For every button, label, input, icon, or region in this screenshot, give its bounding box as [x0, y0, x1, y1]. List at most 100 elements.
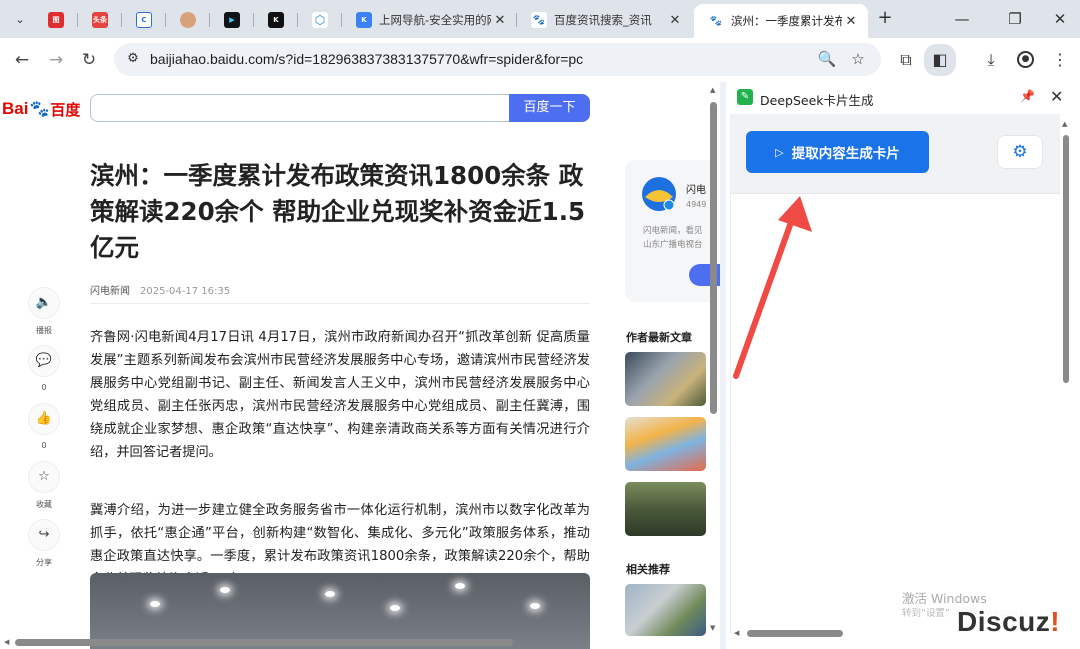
scroll-up-icon[interactable]: ▲: [710, 86, 715, 94]
action-label: 收藏: [36, 500, 52, 509]
site-info-icon[interactable]: ⚙: [124, 51, 142, 69]
tab-navigation[interactable]: K 上网导航-安全实用的网 ✕: [342, 6, 517, 34]
extensions-puzzle-icon[interactable]: ⧉: [894, 48, 918, 72]
bookmark-star-icon[interactable]: ☆: [848, 50, 868, 70]
address-url[interactable]: baijiahao.baidu.com/s?id=182963837383137…: [150, 51, 583, 67]
author-fans: 4949: [686, 200, 707, 209]
action-label: 0: [41, 383, 47, 392]
window-close-icon[interactable]: ✕: [1050, 9, 1070, 29]
maximize-icon[interactable]: ❐: [1005, 9, 1025, 29]
new-tab-plus-icon[interactable]: +: [875, 9, 895, 29]
tab-favicon-icon: 图: [48, 12, 64, 28]
baidu-paw-icon: 🐾: [29, 101, 50, 118]
article-page: Bai 🐾 百度 百度一下 滨州：一季度累计发布政策资讯1800余条 政策解读2…: [0, 82, 720, 649]
tab-2[interactable]: 头条: [78, 6, 122, 34]
tab-favicon-icon: [180, 12, 196, 28]
favorite-button[interactable]: ☆ 收藏: [28, 461, 60, 510]
tab-favicon-icon: 头条: [92, 12, 108, 28]
panel-scroll-up-icon[interactable]: ▲: [1062, 120, 1067, 128]
scroll-left-icon[interactable]: ◀: [4, 638, 9, 646]
article-byline: 闪电新闻 2025-04-17 16:35: [90, 282, 230, 297]
author-avatar[interactable]: [642, 177, 676, 211]
baidu-logo[interactable]: Bai 🐾 百度: [2, 96, 80, 122]
logo-du: 百度: [50, 101, 81, 119]
settings-gear-icon[interactable]: ⚙: [997, 135, 1043, 169]
forward-arrow-icon[interactable]: →: [44, 48, 68, 72]
baidu-paw-icon: 🐾: [531, 12, 547, 28]
share-button[interactable]: ↪ 分享: [28, 519, 60, 568]
latest-article-thumb[interactable]: [625, 417, 706, 471]
play-icon: ▷: [775, 145, 784, 159]
author-name[interactable]: 闪电: [686, 181, 706, 196]
latest-articles-title: 作者最新文章: [626, 331, 692, 344]
tab-3[interactable]: C: [122, 6, 166, 34]
discuz-watermark-logo: Discuz!: [951, 604, 1067, 644]
like-button[interactable]: 👍 0: [28, 403, 60, 450]
zoom-search-icon[interactable]: 🔍: [817, 50, 837, 70]
tab-7[interactable]: ⬡: [298, 6, 342, 34]
page-vertical-scrollbar[interactable]: [710, 102, 717, 414]
tab-title: 百度资讯搜索_资讯: [554, 13, 652, 27]
back-arrow-icon[interactable]: ←: [10, 48, 34, 72]
reload-icon[interactable]: ↻: [77, 48, 101, 72]
article-headline: 滨州：一季度累计发布政策资讯1800余条 政策解读220余个 帮助企业兑现奖补资…: [90, 161, 586, 262]
listen-button[interactable]: 🔈 播报: [28, 287, 60, 336]
share-icon: ↪: [28, 519, 60, 551]
tab-close-icon[interactable]: ✕: [842, 14, 860, 29]
search-input[interactable]: [90, 94, 510, 122]
related-article-thumb[interactable]: [625, 584, 706, 636]
tab-1[interactable]: 图: [34, 6, 78, 34]
article-paragraph: 齐鲁网·闪电新闻4月17日讯 4月17日，滨州市政府新闻办召开“抓改革创新 促高…: [90, 330, 590, 460]
comment-icon: 💬: [28, 345, 60, 377]
article-image: [90, 573, 590, 649]
tab-title: 上网导航-安全实用的网: [379, 13, 491, 27]
panel-horizontal-scrollbar[interactable]: [747, 630, 843, 637]
address-bar[interactable]: ⚙ baijiahao.baidu.com/s?id=1829638373831…: [114, 43, 881, 76]
scroll-down-icon[interactable]: ▼: [710, 624, 715, 632]
tab-6[interactable]: K: [254, 6, 298, 34]
star-icon: ☆: [28, 461, 60, 493]
tab-favicon-icon: K: [268, 12, 284, 28]
tab-baidu-news[interactable]: 🐾 百度资讯搜索_资讯 ✕: [517, 6, 692, 34]
tab-favicon-icon: K: [356, 12, 372, 28]
profile-avatar-icon[interactable]: ●: [1017, 51, 1034, 68]
latest-article-thumb[interactable]: [625, 482, 706, 536]
red-annotation-arrow-icon: [733, 196, 812, 379]
page-horizontal-scrollbar[interactable]: [15, 639, 513, 646]
panel-vertical-scrollbar[interactable]: [1063, 135, 1069, 383]
tab-active-article[interactable]: 🐾 滨州：一季度累计发布 ✕: [694, 4, 868, 38]
action-label: 0: [41, 441, 47, 450]
article-source[interactable]: 闪电新闻: [90, 286, 130, 297]
comment-button[interactable]: 💬 0: [28, 345, 60, 392]
browser-toolbar: ← → ↻ ⚙ baijiahao.baidu.com/s?id=1829638…: [0, 38, 1080, 82]
tab-favicon-icon: ▶: [224, 12, 240, 28]
logo-bai: Bai: [2, 99, 29, 118]
download-icon[interactable]: ⤓: [979, 48, 1003, 72]
tab-strip: ⌄ 图 头条 C ▶ K ⬡ K 上网导航-安全实用的网 ✕ 🐾 百度资讯搜索_…: [0, 0, 1080, 38]
side-panel-icon[interactable]: ◧: [924, 44, 956, 76]
pin-icon[interactable]: 📌: [1020, 89, 1035, 103]
tab-close-icon[interactable]: ✕: [666, 13, 684, 28]
deepseek-logo-icon: ✎: [737, 89, 753, 105]
side-panel-title: DeepSeek卡片生成: [760, 93, 874, 108]
browser-menu-icon[interactable]: ⋮: [1048, 48, 1072, 72]
side-panel-close-icon[interactable]: ✕: [1050, 87, 1063, 106]
related-title: 相关推荐: [626, 563, 670, 576]
minimize-icon[interactable]: —: [952, 9, 972, 29]
author-desc: 闪电新闻，看见 山东广播电视台: [643, 226, 703, 250]
side-panel-header: ✎ DeepSeek卡片生成 📌 ✕: [726, 82, 1080, 114]
tab-search-chevron-icon[interactable]: ⌄: [8, 7, 32, 31]
panel-scroll-left-icon[interactable]: ◀: [734, 629, 739, 637]
tab-favicon-icon: C: [136, 12, 152, 28]
search-button[interactable]: 百度一下: [509, 94, 590, 122]
extract-generate-card-button[interactable]: ▷ 提取内容生成卡片: [746, 131, 929, 173]
action-label: 播报: [36, 326, 52, 335]
tab-title: 滨州：一季度累计发布: [731, 14, 842, 28]
tab-close-icon[interactable]: ✕: [491, 13, 509, 28]
baidu-paw-icon: 🐾: [708, 13, 724, 29]
tab-4[interactable]: [166, 6, 210, 34]
action-label: 分享: [36, 558, 52, 567]
tab-5[interactable]: ▶: [210, 6, 254, 34]
speaker-icon: 🔈: [28, 287, 60, 319]
latest-article-thumb[interactable]: [625, 352, 706, 406]
